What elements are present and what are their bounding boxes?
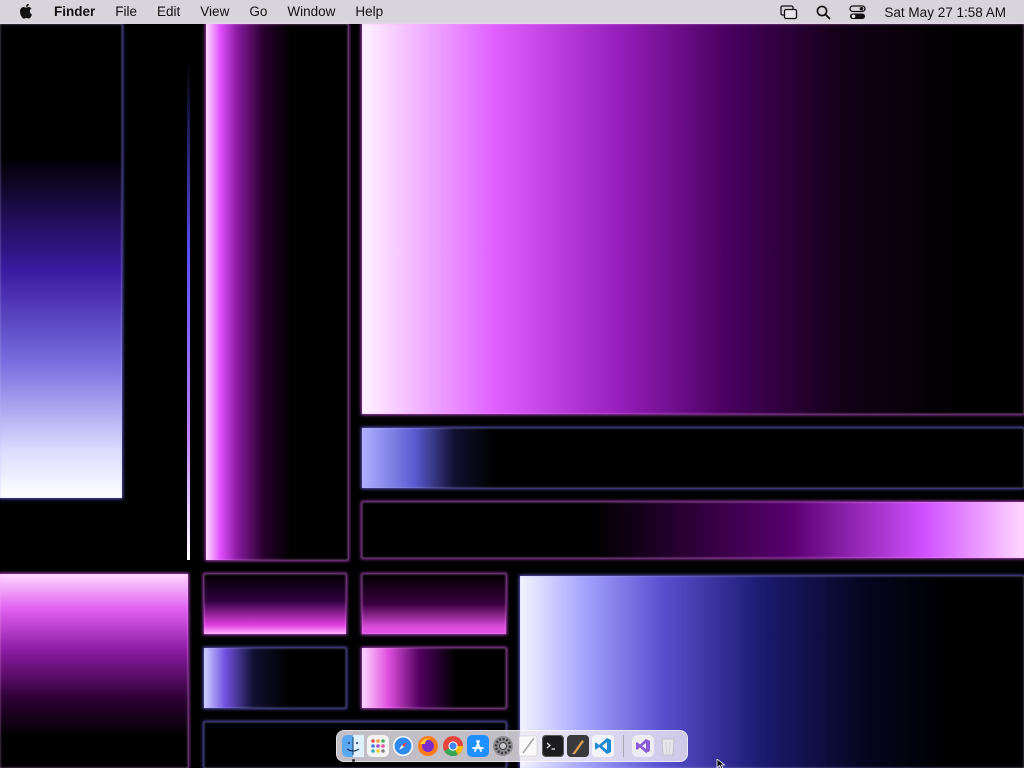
- wallpaper-panel: [362, 648, 506, 708]
- dock-item-firefox[interactable]: [417, 735, 439, 757]
- wallpaper-panel: [362, 24, 1024, 414]
- dock: [336, 730, 688, 762]
- desktop-wallpaper: [0, 0, 1024, 768]
- wallpaper-panel: [204, 574, 346, 634]
- script-editor-icon: [567, 735, 589, 757]
- dock-item-finder[interactable]: [342, 735, 364, 762]
- launchpad-icon: [367, 735, 389, 757]
- dock-item-script-editor[interactable]: [567, 735, 589, 757]
- dock-item-visual-studio[interactable]: [632, 735, 654, 757]
- dock-item-textedit[interactable]: [517, 735, 539, 757]
- dock-separator: [623, 735, 624, 757]
- running-indicator: [352, 759, 355, 762]
- dock-item-launchpad[interactable]: [367, 735, 389, 757]
- wallpaper-panel: [0, 574, 188, 768]
- dock-item-system-settings[interactable]: [492, 735, 514, 757]
- menu-help[interactable]: Help: [345, 0, 393, 24]
- system-settings-icon: [493, 736, 513, 756]
- wallpaper-panel: [0, 24, 122, 498]
- menu-file[interactable]: File: [105, 0, 147, 24]
- menu-app-name[interactable]: Finder: [52, 0, 105, 24]
- dock-item-safari[interactable]: [392, 735, 414, 757]
- safari-icon: [393, 736, 413, 756]
- menu-window[interactable]: Window: [277, 0, 345, 24]
- firefox-icon: [418, 736, 438, 756]
- menu-view[interactable]: View: [190, 0, 239, 24]
- wallpaper-glow-line: [187, 60, 190, 560]
- wallpaper-panel: [362, 574, 506, 634]
- menu-bar: Finder File Edit View Go Window Help Sat…: [0, 0, 1024, 24]
- app-store-icon: [467, 735, 489, 757]
- apple-menu[interactable]: [0, 0, 52, 24]
- visual-studio-icon: [632, 735, 654, 757]
- wallpaper-panel: [362, 428, 1024, 488]
- trash-icon: [661, 738, 675, 756]
- spotlight-search-icon[interactable]: [806, 0, 840, 24]
- dock-item-app-store[interactable]: [467, 735, 489, 757]
- control-center-icon[interactable]: [840, 0, 874, 24]
- dock-item-terminal[interactable]: [542, 735, 564, 757]
- chrome-icon: [443, 736, 464, 757]
- dock-item-trash[interactable]: [657, 735, 679, 757]
- wallpaper-panel: [362, 502, 1024, 558]
- mouse-pointer-icon: [716, 759, 726, 768]
- dock-item-vscode[interactable]: [592, 735, 614, 757]
- screen-mirroring-icon[interactable]: [772, 0, 806, 24]
- apple-logo-icon: [19, 4, 32, 19]
- dock-item-chrome[interactable]: [442, 735, 464, 757]
- wallpaper-panel: [206, 24, 348, 560]
- vscode-icon: [592, 735, 614, 757]
- menu-bar-clock[interactable]: Sat May 27 1:58 AM: [874, 5, 1006, 20]
- menu-bar-status-area: Sat May 27 1:58 AM: [772, 0, 1024, 24]
- menu-edit[interactable]: Edit: [147, 0, 190, 24]
- wallpaper-panel: [204, 648, 346, 708]
- textedit-icon: [518, 735, 538, 757]
- finder-icon: [342, 735, 364, 757]
- terminal-icon: [542, 735, 564, 757]
- menu-go[interactable]: Go: [239, 0, 277, 24]
